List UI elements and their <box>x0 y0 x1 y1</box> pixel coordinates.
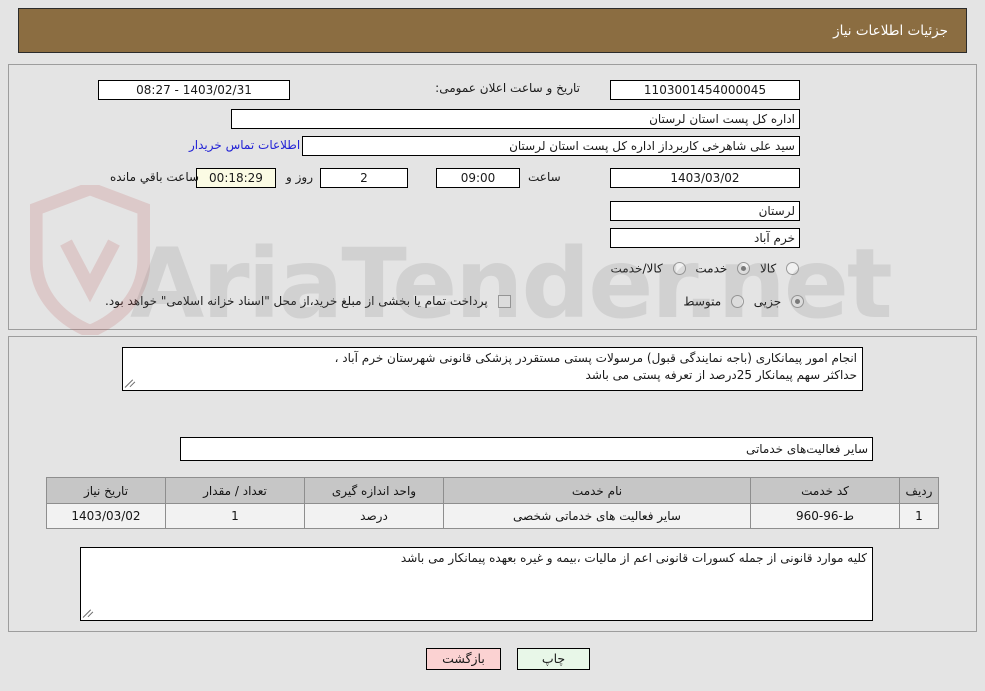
need-summary-textarea[interactable]: انجام امور پیمانکاری (باجه نمایندگی قبول… <box>122 347 863 391</box>
radio-classification-khedmat-label: خدمت <box>695 261 728 276</box>
cell-unit: درصد <box>304 503 444 529</box>
print-button[interactable]: چاپ <box>517 648 590 670</box>
province-value[interactable]: لرستان <box>610 201 800 221</box>
checkbox-treasury-docs[interactable] <box>497 295 511 308</box>
back-button[interactable]: بازگشت <box>426 648 501 670</box>
city-value[interactable]: خرم آباد <box>610 228 800 248</box>
deadline-time-label: ساعت <box>528 170 561 184</box>
radio-purchase-motevaset-label: متوسط <box>683 294 722 309</box>
public-announce-value[interactable]: 1403/02/31 - 08:27 <box>98 80 290 100</box>
cell-need-date: 1403/03/02 <box>46 503 166 529</box>
deadline-date-value[interactable]: 1403/03/02 <box>610 168 800 188</box>
deadline-countdown-value: 00:18:29 <box>196 168 276 188</box>
th-quantity: تعداد / مقدار <box>165 477 305 504</box>
resize-grip-icon <box>82 607 95 619</box>
cell-service-name: سایر فعالیت های خدماتی شخصی <box>443 503 751 529</box>
radio-purchase-jozii[interactable] <box>791 295 804 308</box>
page-root: جزئیات اطلاعات نیاز شماره نیاز: 11030014… <box>0 0 985 691</box>
th-service-name: نام خدمت <box>443 477 751 504</box>
treasury-note-row: پرداخت تمام یا بخشی از مبلغ خرید،از محل … <box>105 294 517 308</box>
deadline-days-value[interactable]: 2 <box>320 168 408 188</box>
public-announce-row: تاریخ و ساعت اعلان عمومی: <box>435 81 580 95</box>
buyer-contact-link[interactable]: اطلاعات تماس خریدار <box>189 138 300 152</box>
deadline-days-label: روز و <box>286 170 313 184</box>
service-group-value[interactable]: سایر فعالیت‌های خدماتی <box>180 437 873 461</box>
need-summary-line1: انجام امور پیمانکاری (باجه نمایندگی قبول… <box>334 351 857 365</box>
radio-classification-kala-khedmat[interactable] <box>672 262 686 275</box>
radio-purchase-jozii-label: جزیی <box>753 294 782 309</box>
deadline-countdown-label: ساعت باقي مانده <box>110 170 200 184</box>
treasury-note-text: پرداخت تمام یا بخشی از مبلغ خرید،از محل … <box>105 294 488 308</box>
th-unit: واحد اندازه گیری <box>304 477 444 504</box>
radio-classification-kala[interactable] <box>786 262 799 275</box>
th-row-no: ردیف <box>899 477 939 504</box>
services-table: ردیف کد خدمت نام خدمت واحد اندازه گیری ت… <box>46 477 939 529</box>
need-info-panel <box>8 64 977 330</box>
radio-classification-kala-khedmat-label: کالا/خدمت <box>610 261 663 276</box>
radio-classification-khedmat[interactable] <box>737 262 751 275</box>
cell-quantity: 1 <box>165 503 305 529</box>
page-header-bar: جزئیات اطلاعات نیاز <box>18 8 967 53</box>
radio-purchase-motevaset[interactable] <box>730 295 744 308</box>
buyer-notes-textarea[interactable]: کلیه موارد قانونی از جمله کسورات قانونی … <box>80 547 873 621</box>
public-announce-label: تاریخ و ساعت اعلان عمومی: <box>435 81 580 95</box>
table-row: 1 ط-96-960 سایر فعالیت های خدماتی شخصی د… <box>46 503 939 529</box>
deadline-time-value[interactable]: 09:00 <box>436 168 520 188</box>
page-title: جزئیات اطلاعات نیاز <box>833 22 948 39</box>
th-need-date: تاریخ نیاز <box>46 477 166 504</box>
th-service-code: کد خدمت <box>750 477 900 504</box>
radio-classification-kala-label: کالا <box>759 261 777 276</box>
buyer-org-value[interactable]: اداره کل پست استان لرستان <box>231 109 800 129</box>
cell-service-code: ط-96-960 <box>750 503 900 529</box>
cell-row-no: 1 <box>899 503 939 529</box>
classification-options: کالا خدمت کالا/خدمت <box>611 261 805 276</box>
need-summary-line2: حداکثر سهم پیمانکار 25درصد از تعرفه پستی… <box>585 368 857 382</box>
table-header-row: ردیف کد خدمت نام خدمت واحد اندازه گیری ت… <box>46 477 939 504</box>
buyer-notes-value: کلیه موارد قانونی از جمله کسورات قانونی … <box>400 551 867 565</box>
need-number-value[interactable]: 1103001454000045 <box>610 80 800 100</box>
requester-value[interactable]: سید علی شاهرخی کاربرداز اداره کل پست است… <box>302 136 800 156</box>
purchase-type-options: جزیی متوسط <box>683 294 810 309</box>
